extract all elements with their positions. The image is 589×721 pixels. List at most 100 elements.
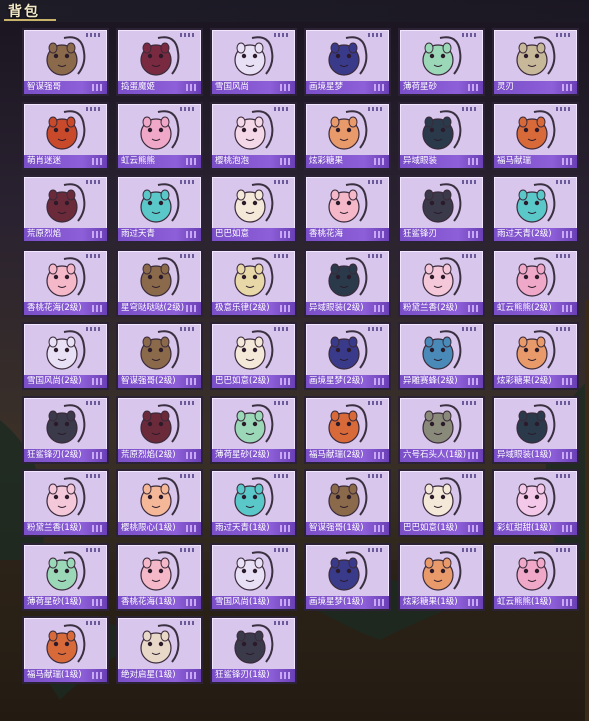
item-name-label: 虹云熊熊(1级) <box>494 595 577 609</box>
flame-backpack-icon <box>46 183 86 223</box>
peach-backpack-icon <box>140 550 180 591</box>
backpack-item-card[interactable]: 狂鲨锋刃(1级) <box>210 616 297 684</box>
item-name-label: 画境星梦 <box>306 81 389 94</box>
frame-backpack-icon <box>328 330 368 370</box>
backpack-item-card[interactable]: 薄荷星砂(1级) <box>22 542 109 611</box>
bunny-backpack-icon <box>422 477 462 517</box>
item-name-label: 巴巴如意(2级) <box>212 375 295 388</box>
backpack-item-card[interactable]: 画境星梦 <box>304 28 391 96</box>
backpack-item-card[interactable]: 巴巴如意 <box>210 175 297 243</box>
bow-backpack-icon <box>234 109 274 150</box>
backpack-item-card[interactable]: 彩虹甜甜(1级) <box>492 469 579 537</box>
backpack-item-card[interactable]: 炫彩糖果(1级) <box>398 542 485 611</box>
item-name-label: 萌肖迷迷 <box>24 154 107 168</box>
backpack-item-card[interactable]: 星穹哒哒哒(2级) <box>116 248 203 317</box>
item-name-label: 画境星梦(2级) <box>306 375 389 388</box>
backpack-item-card[interactable]: 虹云熊熊(2级) <box>492 248 579 317</box>
backpack-item-card[interactable]: 香桃花海(2级) <box>22 248 109 317</box>
backpack-item-card[interactable]: 画境星梦(1级) <box>304 542 391 611</box>
item-name-label: 粉黛兰香(1级) <box>24 522 107 535</box>
backpack-item-card[interactable]: 智谋强哥(2级) <box>116 322 203 390</box>
backpack-item-card[interactable]: 香桃花海(1级) <box>116 542 203 611</box>
horse-backpack-icon <box>46 624 86 664</box>
backpack-item-card[interactable]: 粉黛兰香(1级) <box>22 469 109 537</box>
backpack-item-card[interactable]: 虹云熊熊 <box>116 101 203 170</box>
peach-backpack-icon <box>46 256 86 297</box>
backpack-item-card[interactable]: 萌肖迷迷 <box>22 101 109 170</box>
item-name-label: 薄荷星砂(2级) <box>212 448 295 462</box>
item-name-label: 雪国风尚 <box>212 81 295 94</box>
backpack-item-card[interactable]: 炫彩糖果 <box>304 101 391 170</box>
item-name-label: 荒原烈焰 <box>24 228 107 241</box>
dragon-backpack-icon <box>140 183 180 223</box>
item-name-label: 荒原烈焰(2级) <box>118 448 201 462</box>
item-name-label: 彩虹甜甜(1级) <box>494 522 577 535</box>
item-name-label: 香桃花海 <box>306 228 389 241</box>
backpack-item-card[interactable]: 福马献瑞 <box>492 101 579 170</box>
backpack-item-card[interactable]: 福马献瑞(1级) <box>22 616 109 684</box>
backpack-item-card[interactable]: 雪国风尚 <box>210 28 297 96</box>
frame-backpack-icon <box>328 550 368 591</box>
backpack-item-card[interactable]: 荒原烈焰(2级) <box>116 395 203 464</box>
backpack-item-card[interactable]: 薄荷星砂 <box>398 28 485 96</box>
backpack-item-card[interactable]: 狂鲨锋刃(2级) <box>22 395 109 464</box>
backpack-item-card[interactable]: 樱桃泡泡 <box>210 101 297 170</box>
heart-backpack-icon <box>140 477 180 517</box>
backpack-item-card[interactable]: 异域眼装(1级) <box>492 395 579 464</box>
item-name-label: 福马献瑞(2级) <box>306 448 389 462</box>
bunny-backpack-icon <box>234 330 274 370</box>
item-name-label: 智谋强哥(1级) <box>306 522 389 535</box>
backpack-item-card[interactable]: 六号石头人(1级) <box>398 395 485 464</box>
mint-backpack-icon <box>234 403 274 444</box>
backpack-item-card[interactable]: 雨过天青(2级) <box>492 175 579 243</box>
backpack-item-card[interactable]: 荒原烈焰 <box>22 175 109 243</box>
item-name-label: 狂鲨锋刃(1级) <box>212 669 295 682</box>
backpack-item-card[interactable]: 雨过天青(1级) <box>210 469 297 537</box>
candy-backpack-icon <box>516 330 556 370</box>
backpack-item-card[interactable]: 异雕赛蜂(2级) <box>398 322 485 390</box>
backpack-item-card[interactable]: 捣蛋魔姬 <box>116 28 203 96</box>
backpack-item-card[interactable]: 极意乐律(2级) <box>210 248 297 317</box>
backpack-item-card[interactable]: 智谋强哥(1级) <box>304 469 391 537</box>
item-name-label: 星穹哒哒哒(2级) <box>118 301 201 315</box>
item-name-label: 异雕赛蜂(2级) <box>400 375 483 388</box>
backpack-item-card[interactable]: 雪国风尚(1级) <box>210 542 297 611</box>
item-name-label: 狂鲨锋刃(2级) <box>24 448 107 462</box>
backpack-item-card[interactable]: 福马献瑞(2级) <box>304 395 391 464</box>
item-name-label: 巴巴如意(1级) <box>400 522 483 535</box>
backpack-item-card[interactable]: 异域眼装(2级) <box>304 248 391 317</box>
item-name-label: 画境星梦(1级) <box>306 595 389 609</box>
backpack-item-card[interactable]: 画境星梦(2级) <box>304 322 391 390</box>
dragon-backpack-icon <box>234 477 274 517</box>
cloud-bear-backpack-icon <box>140 109 180 150</box>
backpack-item-card[interactable]: 绝对启星(1级) <box>116 616 203 684</box>
backpack-item-card[interactable]: 灵刃 <box>492 28 579 96</box>
backpack-item-card[interactable]: 虹云熊熊(1级) <box>492 542 579 611</box>
candy-backpack-icon <box>328 109 368 150</box>
backpack-item-card[interactable]: 异域眼装 <box>398 101 485 170</box>
backpack-item-card[interactable]: 巴巴如意(2级) <box>210 322 297 390</box>
backpack-item-card[interactable]: 雨过天青 <box>116 175 203 243</box>
backpack-item-card[interactable]: 樱桃限心(1级) <box>116 469 203 537</box>
backpack-item-card[interactable]: 智谋强哥 <box>22 28 109 96</box>
backpack-item-card[interactable]: 炫彩糖果(2级) <box>492 322 579 390</box>
tech-backpack-icon <box>516 403 556 444</box>
backpack-item-card[interactable]: 雪国风尚(2级) <box>22 322 109 390</box>
item-name-label: 异域眼装(1级) <box>494 448 577 462</box>
backpack-item-card[interactable]: 巴巴如意(1级) <box>398 469 485 537</box>
item-name-label: 灵刃 <box>494 81 577 94</box>
backpack-item-card[interactable]: 香桃花海 <box>304 175 391 243</box>
item-name-label: 极意乐律(2级) <box>212 301 295 315</box>
snowman-backpack-icon <box>234 36 274 76</box>
item-name-label: 虹云熊熊 <box>118 154 201 168</box>
backpack-item-card[interactable]: 薄荷星砂(2级) <box>210 395 297 464</box>
backpack-item-card[interactable]: 粉黛兰香(2级) <box>398 248 485 317</box>
flower-backpack-icon <box>422 256 462 297</box>
item-name-label: 雨过天青(1级) <box>212 522 295 535</box>
item-name-label: 福马献瑞 <box>494 154 577 168</box>
backpack-item-card[interactable]: 狂鲨锋刃 <box>398 175 485 243</box>
demon-backpack-icon <box>140 36 180 76</box>
shark-backpack-icon <box>234 624 274 664</box>
flower-backpack-icon <box>46 477 86 517</box>
item-name-label: 薄荷星砂 <box>400 81 483 94</box>
